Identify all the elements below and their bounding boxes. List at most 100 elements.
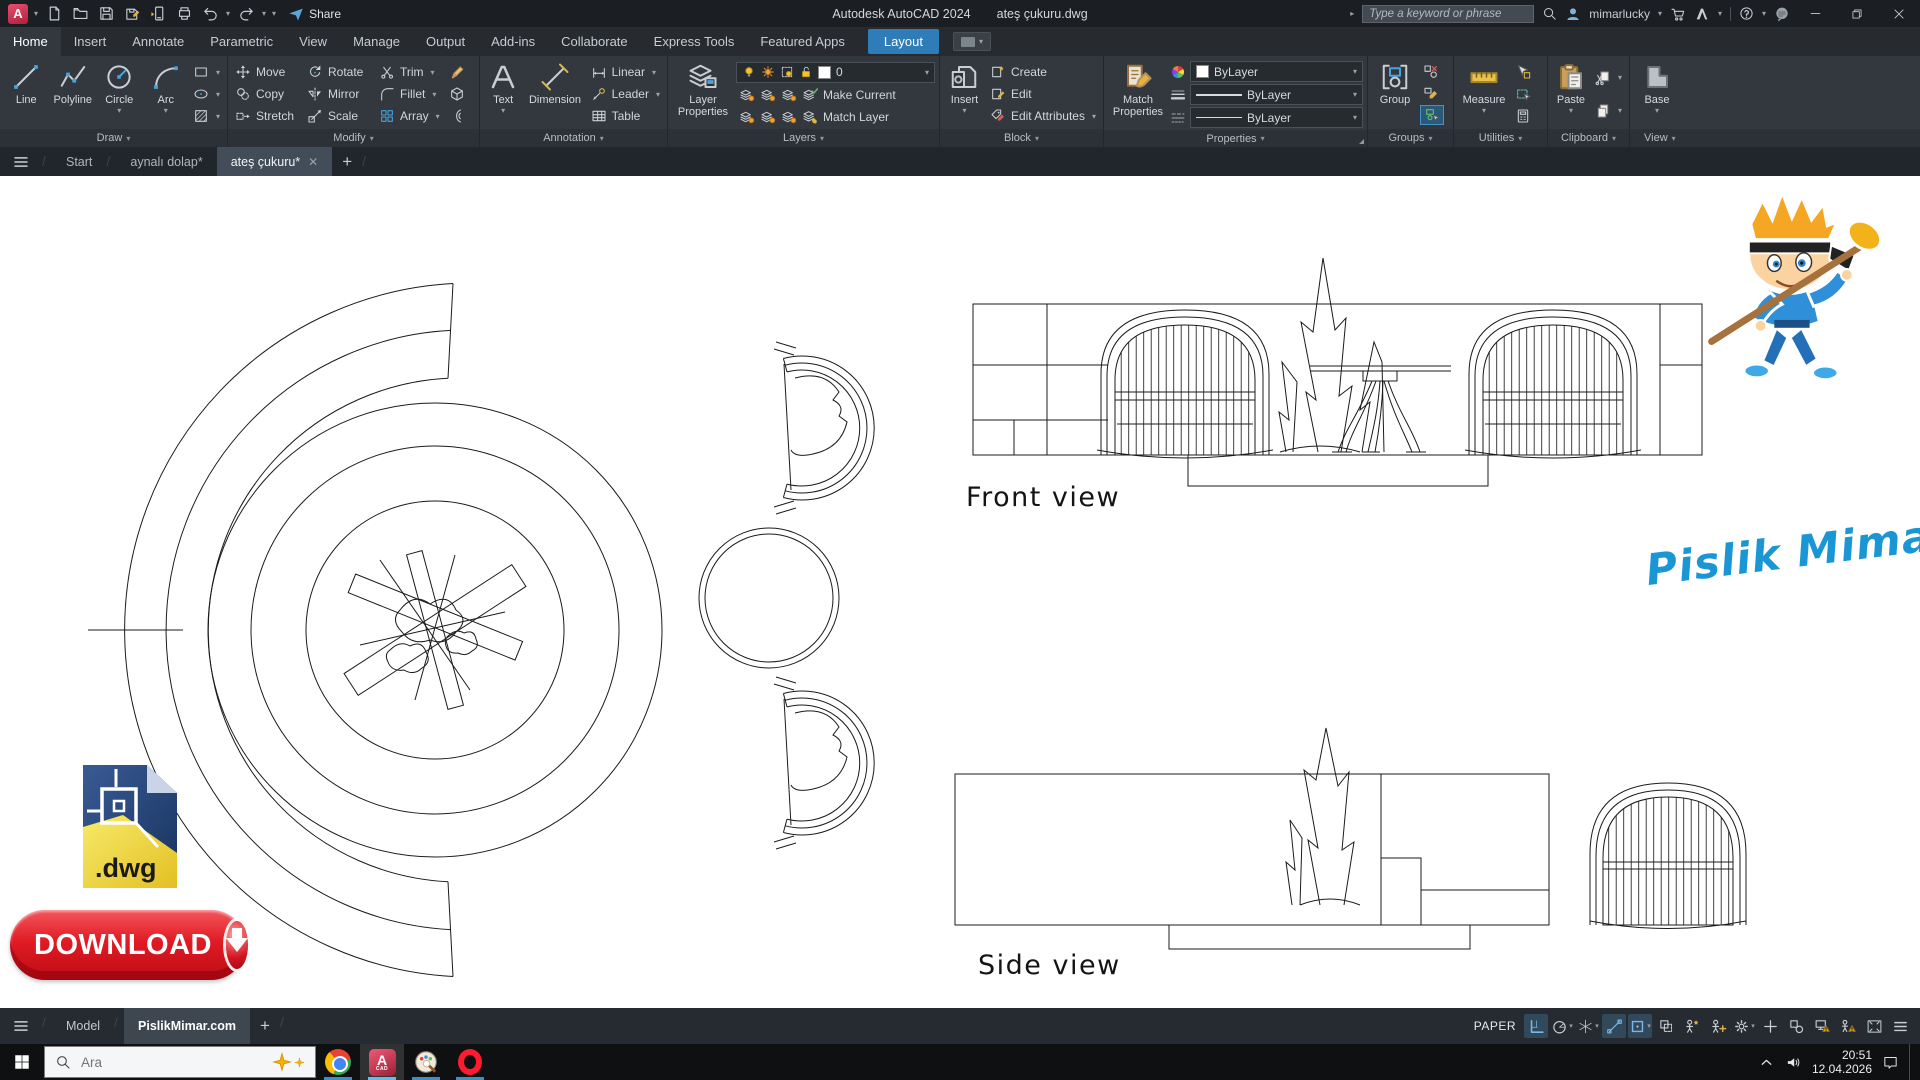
help-icon[interactable] <box>1739 6 1754 21</box>
app-store-cart-icon[interactable] <box>1670 6 1686 22</box>
share-button[interactable]: Share <box>288 6 341 22</box>
new-drawing-tab-button[interactable]: + <box>332 147 362 176</box>
graphics-performance-warning[interactable] <box>1810 1014 1834 1038</box>
file-tab-aynali-dolap[interactable]: aynalı dolap* <box>116 147 216 176</box>
table-button[interactable]: Table <box>588 107 663 125</box>
isometric-drafting-toggle[interactable]: ▾ <box>1576 1014 1600 1038</box>
group-selection-toggle[interactable] <box>1420 105 1444 125</box>
autocad-app-icon[interactable]: A <box>8 4 28 24</box>
match-properties-button[interactable]: Match Properties <box>1108 59 1168 130</box>
panel-title-clipboard[interactable]: Clipboard <box>1548 129 1629 147</box>
taskbar-search-input[interactable] <box>79 1054 229 1071</box>
linetype-dropdown[interactable]: ByLayer <box>1190 107 1363 128</box>
group-edit-button[interactable] <box>1420 84 1444 102</box>
start-button[interactable] <box>0 1044 44 1080</box>
model-tab[interactable]: Model <box>52 1008 114 1044</box>
close-button[interactable] <box>1882 0 1916 27</box>
tab-insert[interactable]: Insert <box>61 27 120 56</box>
taskbar-autocad[interactable]: ACAD <box>360 1044 404 1080</box>
tab-parametric[interactable]: Parametric <box>197 27 286 56</box>
status-bar-menu-button[interactable] <box>1888 1014 1912 1038</box>
rectangle-button[interactable] <box>190 63 223 81</box>
autodesk-caret-icon[interactable]: ▾ <box>1718 9 1722 18</box>
new-file-button[interactable] <box>44 4 64 24</box>
panel-title-view[interactable]: View <box>1630 129 1920 147</box>
paste-button[interactable]: Paste <box>1552 59 1590 129</box>
help-search-input[interactable] <box>1362 5 1534 23</box>
username[interactable]: mimarlucky <box>1589 7 1650 21</box>
customize-qat-caret-icon[interactable]: ▾ <box>272 9 276 18</box>
save-button[interactable] <box>96 4 116 24</box>
group-button[interactable]: Group <box>1372 59 1418 129</box>
plot-button[interactable] <box>174 4 194 24</box>
dimension-button[interactable]: Dimension <box>524 59 585 129</box>
user-menu-caret-icon[interactable]: ▾ <box>1658 9 1662 18</box>
polyline-button[interactable]: Polyline <box>51 59 96 129</box>
volume-icon[interactable] <box>1785 1054 1802 1071</box>
action-center-icon[interactable] <box>1882 1054 1899 1071</box>
app-menu-caret-icon[interactable]: ▾ <box>34 9 38 18</box>
insert-block-button[interactable]: Insert <box>944 59 985 129</box>
annotation-monitor-warning[interactable] <box>1836 1014 1860 1038</box>
show-desktop-button[interactable] <box>1909 1044 1914 1080</box>
copy-button[interactable]: Copy <box>232 85 304 103</box>
search-scope-caret-icon[interactable]: ▸ <box>1350 9 1354 18</box>
new-layout-button[interactable]: + <box>250 1008 280 1044</box>
workspace-gear-button[interactable]: ▾ <box>1732 1014 1756 1038</box>
edit-attributes-button[interactable]: Edit Attributes <box>987 107 1099 125</box>
text-button[interactable]: Text <box>484 59 522 129</box>
stretch-button[interactable]: Stretch <box>232 107 304 125</box>
layout-tabs-menu-icon[interactable] <box>0 1008 42 1044</box>
annotation-visibility-toggle[interactable] <box>1680 1014 1704 1038</box>
explode-button[interactable] <box>446 85 468 103</box>
tab-annotate[interactable]: Annotate <box>119 27 197 56</box>
tab-add-ins[interactable]: Add-ins <box>478 27 548 56</box>
layer-dropdown[interactable]: 0 <box>736 62 935 83</box>
tab-express-tools[interactable]: Express Tools <box>641 27 748 56</box>
search-icon[interactable] <box>1542 6 1557 21</box>
move-button[interactable]: Move <box>232 63 304 81</box>
user-avatar-icon[interactable] <box>1565 6 1581 22</box>
tab-home[interactable]: Home <box>0 27 61 56</box>
help-caret-icon[interactable]: ▾ <box>1762 9 1766 18</box>
leader-button[interactable]: Leader <box>588 85 663 103</box>
file-tab-start[interactable]: Start <box>52 147 106 176</box>
hatch-button[interactable] <box>190 107 223 125</box>
panel-title-draw[interactable]: Draw <box>0 129 227 147</box>
panel-title-block[interactable]: Block <box>940 129 1103 147</box>
download-button[interactable]: DOWNLOAD <box>10 910 246 980</box>
annotation-autoscale-toggle[interactable] <box>1706 1014 1730 1038</box>
erase-button[interactable] <box>446 63 468 81</box>
open-file-button[interactable] <box>70 4 90 24</box>
circle-button[interactable]: Circle <box>97 59 142 129</box>
ribbon-display-toggle[interactable]: ▾ <box>953 32 991 51</box>
layout-tab-pislikmimar[interactable]: PislikMimar.com <box>124 1008 250 1044</box>
ungroup-button[interactable] <box>1420 63 1444 81</box>
file-tabs-menu-icon[interactable] <box>0 147 42 176</box>
plot-device-button[interactable] <box>148 4 168 24</box>
panel-title-utilities[interactable]: Utilities <box>1454 129 1547 147</box>
linear-dimension-button[interactable]: Linear <box>588 63 663 81</box>
ortho-snap-toggle[interactable] <box>1602 1014 1626 1038</box>
clean-screen-button[interactable] <box>1862 1014 1886 1038</box>
rotate-button[interactable]: Rotate <box>304 63 376 81</box>
tab-output[interactable]: Output <box>413 27 478 56</box>
quick-select-button[interactable] <box>1512 63 1534 81</box>
minimize-button[interactable] <box>1798 0 1832 27</box>
make-current-button[interactable]: Make Current <box>736 86 935 104</box>
measure-button[interactable]: Measure <box>1458 59 1510 129</box>
taskbar-clock[interactable]: 20:51 12.04.2026 <box>1812 1048 1872 1076</box>
taskbar-search-box[interactable] <box>44 1046 316 1078</box>
taskbar-paint[interactable] <box>404 1044 448 1080</box>
panel-title-modify[interactable]: Modify <box>228 129 479 147</box>
ellipse-button[interactable] <box>190 85 223 103</box>
layer-properties-button[interactable]: Layer Properties <box>672 59 734 129</box>
tab-layout[interactable]: Layout <box>868 29 939 54</box>
panel-title-properties[interactable]: Properties <box>1104 130 1367 147</box>
selection-cycling-toggle[interactable] <box>1654 1014 1678 1038</box>
save-as-button[interactable] <box>122 4 142 24</box>
close-tab-icon[interactable]: ✕ <box>308 155 318 169</box>
edit-block-button[interactable]: Edit <box>987 85 1099 103</box>
properties-expander-icon[interactable] <box>1359 139 1364 144</box>
undo-button[interactable] <box>200 4 220 24</box>
